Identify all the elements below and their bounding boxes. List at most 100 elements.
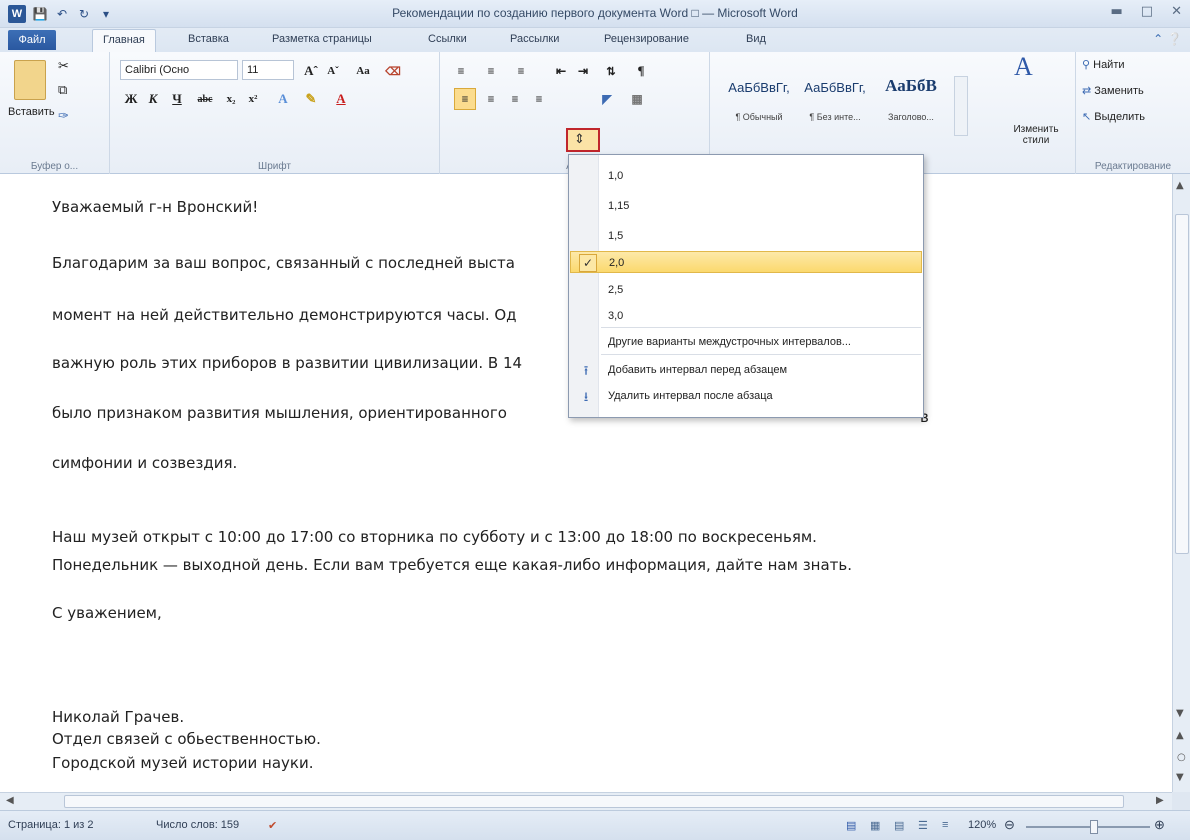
vertical-scrollbar[interactable]: ▲ ▼ ▲ ○ ▼ xyxy=(1172,174,1190,792)
view-outline-icon[interactable]: ☰ xyxy=(918,819,928,832)
replace-button[interactable]: ⇄ Заменить xyxy=(1082,84,1144,97)
align-right-icon[interactable]: ≡ xyxy=(504,88,526,110)
horizontal-scrollbar[interactable]: ◀ ▶ xyxy=(0,792,1172,810)
strikethrough-icon[interactable]: abc xyxy=(194,88,216,110)
zoom-slider[interactable] xyxy=(1026,826,1150,828)
zoom-out-icon[interactable]: ⊖ xyxy=(1004,817,1015,833)
close-icon[interactable]: ✕ xyxy=(1171,4,1182,19)
borders-icon[interactable]: ▦ xyxy=(626,88,648,110)
tab-page-layout[interactable]: Разметка страницы xyxy=(272,33,372,45)
justify-icon[interactable]: ≡ xyxy=(528,88,550,110)
underline-icon[interactable]: Ч xyxy=(166,88,188,110)
style-normal[interactable]: АаБбВвГг, ¶ Обычный xyxy=(722,72,796,134)
tab-home[interactable]: Главная xyxy=(92,29,156,52)
style-heading[interactable]: АаБбВ Заголово... xyxy=(874,72,948,134)
change-case-icon[interactable]: Aa xyxy=(352,60,374,82)
font-color-icon[interactable]: A xyxy=(330,88,352,110)
scroll-up-icon[interactable]: ▲ xyxy=(1176,180,1184,191)
style-no-spacing[interactable]: АаБбВвГг, ¶ Без инте... xyxy=(798,72,872,134)
menu-item-spacing[interactable]: 1,15 xyxy=(570,195,922,217)
zoom-level[interactable]: 120% xyxy=(968,819,996,831)
scroll-left-icon[interactable]: ◀ xyxy=(6,795,14,806)
shrink-font-icon[interactable]: Aˇ xyxy=(322,60,344,82)
menu-item-spacing[interactable]: 3,0 xyxy=(570,305,922,327)
paste-button[interactable]: Вставить xyxy=(8,106,55,118)
decrease-indent-icon[interactable]: ⇤ xyxy=(550,60,572,82)
proofing-icon[interactable]: ✔ xyxy=(268,819,277,832)
align-center-icon[interactable]: ≡ xyxy=(480,88,502,110)
font-size-combo[interactable]: 11 xyxy=(242,60,294,80)
zoom-slider-thumb[interactable] xyxy=(1090,820,1098,834)
tab-review[interactable]: Рецензирование xyxy=(604,33,689,45)
cut-icon[interactable]: ✂ xyxy=(58,58,69,74)
tab-mailings[interactable]: Рассылки xyxy=(510,33,559,45)
help-icon[interactable]: ❔ xyxy=(1167,32,1182,46)
vertical-scroll-thumb[interactable] xyxy=(1175,214,1189,554)
menu-item-spacing[interactable]: 1,0 xyxy=(570,165,922,187)
page-indicator[interactable]: Страница: 1 из 2 xyxy=(8,819,94,831)
scroll-down-icon[interactable]: ▼ xyxy=(1176,708,1184,719)
multilevel-list-icon[interactable]: ≡ xyxy=(510,60,532,82)
scroll-right-icon[interactable]: ▶ xyxy=(1156,795,1164,806)
menu-item-spacing[interactable]: 2,5 xyxy=(570,279,922,301)
style-normal-name: ¶ Обычный xyxy=(735,112,783,122)
tab-insert[interactable]: Вставка xyxy=(188,33,229,45)
sort-icon[interactable]: ⇅ xyxy=(600,60,622,82)
subscript-icon[interactable]: x₂ xyxy=(220,88,242,110)
horizontal-scroll-thumb[interactable] xyxy=(64,795,1124,808)
menu-item-remove-space-after[interactable]: ⭳ Удалить интервал после абзаца xyxy=(570,385,922,407)
format-painter-icon[interactable]: ✑ xyxy=(58,108,69,124)
doc-line: Уважаемый г-н Вронский! xyxy=(52,198,259,216)
bold-icon[interactable]: Ж xyxy=(120,88,142,110)
maximize-icon[interactable]: □ xyxy=(1141,4,1153,19)
minimize-icon[interactable]: ▬ xyxy=(1111,4,1123,19)
app-title: — Microsoft Word xyxy=(702,6,798,20)
menu-item-more-options[interactable]: Другие варианты междустрочных интервалов… xyxy=(570,331,922,353)
styles-scroll[interactable] xyxy=(954,76,968,136)
word-count[interactable]: Число слов: 159 xyxy=(156,819,239,831)
line-spacing-button[interactable]: ⇕ xyxy=(566,128,600,152)
menu-item-label: 1,15 xyxy=(608,200,630,212)
superscript-icon[interactable]: x² xyxy=(242,88,264,110)
next-page-icon[interactable]: ▼ xyxy=(1176,772,1184,783)
menu-item-add-space-before[interactable]: ⭱ Добавить интервал перед абзацем xyxy=(570,359,922,381)
italic-icon[interactable]: К xyxy=(142,88,164,110)
tab-view[interactable]: Вид xyxy=(746,33,766,45)
doc-line: симфонии и созвездия. xyxy=(52,454,238,472)
align-left-icon[interactable]: ≡ xyxy=(454,88,476,110)
menu-item-spacing-selected[interactable]: ✓ 2,0 xyxy=(570,251,922,273)
change-styles-icon[interactable]: A xyxy=(1014,52,1033,82)
bullets-icon[interactable]: ≡ xyxy=(450,60,472,82)
font-group: Calibri (Осно 11 Aˆ Aˇ Aa ⌫ Ж К Ч abc x₂… xyxy=(110,52,440,174)
view-draft-icon[interactable]: ≡ xyxy=(942,819,948,831)
doc-line: Наш музей открыт с 10:00 до 17:00 со вто… xyxy=(52,528,817,546)
editing-group-label: Редактирование xyxy=(1094,161,1172,172)
find-button[interactable]: ⚲ Найти xyxy=(1082,58,1125,71)
style-normal-sample: АаБбВвГг, xyxy=(728,80,790,95)
tab-file[interactable]: Файл xyxy=(8,30,56,50)
zoom-in-icon[interactable]: ⊕ xyxy=(1154,817,1165,833)
minimize-ribbon-icon[interactable]: ⌃ xyxy=(1153,32,1163,46)
grow-font-icon[interactable]: Aˆ xyxy=(300,60,322,82)
doc-line: Городской музей истории науки. xyxy=(52,754,314,772)
change-styles-button[interactable]: Изменить стили xyxy=(1006,124,1066,146)
clear-format-icon[interactable]: ⌫ xyxy=(382,60,404,82)
view-print-layout-icon[interactable]: ▤ xyxy=(846,819,856,832)
menu-item-spacing[interactable]: 1,5 xyxy=(570,225,922,247)
text-effects-icon[interactable]: A xyxy=(272,88,294,110)
copy-icon[interactable]: ⧉ xyxy=(58,82,67,98)
font-name-combo[interactable]: Calibri (Осно xyxy=(120,60,238,80)
highlight-icon[interactable]: ✎ xyxy=(300,88,322,110)
pilcrow-icon[interactable]: ¶ xyxy=(630,60,652,82)
tab-references[interactable]: Ссылки xyxy=(428,33,467,45)
shading-icon[interactable]: ◤ xyxy=(596,88,618,110)
select-button[interactable]: ↖ Выделить xyxy=(1082,110,1145,123)
increase-indent-icon[interactable]: ⇥ xyxy=(572,60,594,82)
view-web-icon[interactable]: ▤ xyxy=(894,819,904,832)
paste-icon[interactable] xyxy=(14,60,46,100)
view-fullscreen-icon[interactable]: ▦ xyxy=(870,819,880,832)
prev-page-icon[interactable]: ▲ xyxy=(1176,730,1184,741)
browse-object-icon[interactable]: ○ xyxy=(1177,752,1186,763)
numbering-icon[interactable]: ≡ xyxy=(480,60,502,82)
binoculars-icon: ⚲ xyxy=(1082,59,1091,71)
